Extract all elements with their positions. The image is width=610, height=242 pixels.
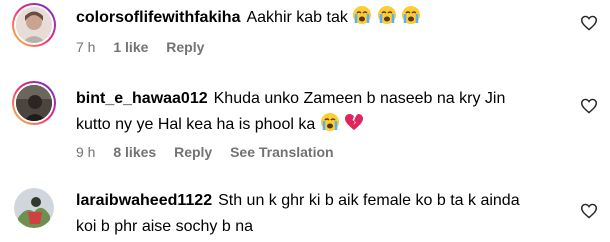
timestamp: 7 h (76, 39, 96, 55)
see-translation-button[interactable]: See Translation (230, 144, 333, 160)
comment-1: colorsoflifewithfakiha Aakhir kab tak 7 h… (0, 0, 610, 70)
username[interactable]: colorsoflifewithfakiha (76, 9, 240, 26)
emoji-group (320, 113, 364, 133)
comment-body-continued: koi b phr aise sochy b na (76, 218, 253, 235)
comment-text-line-2: kutto ny ye Hal kea ha is phool ka (76, 112, 570, 138)
comment-text: colorsoflifewithfakiha Aakhir kab tak (76, 5, 570, 31)
comment-body: Khuda unko Zameen b naseeb na kry Jin (213, 90, 506, 107)
comment-text-line-1: laraibwaheed1122 Sth un k ghr ki b aik fe… (76, 188, 570, 214)
comment-text-line-2: koi b phr aise sochy b na (76, 214, 570, 240)
crying-face-icon (320, 113, 339, 131)
like-heart-icon[interactable] (580, 15, 598, 31)
avatar[interactable] (12, 3, 56, 47)
crying-face-icon (377, 6, 396, 24)
like-heart-icon[interactable] (580, 203, 598, 219)
comment-body: Aakhir kab tak (246, 9, 348, 26)
comment-2: bint_e_hawaa012 Khuda unko Zameen b nasee… (0, 78, 610, 173)
crying-face-icon (402, 6, 421, 24)
reply-button[interactable]: Reply (174, 144, 212, 160)
avatar-image (16, 7, 52, 43)
like-heart-icon[interactable] (580, 98, 598, 114)
emoji-group (352, 6, 421, 26)
comment-3: laraibwaheed1122 Sth un k ghr ki b aik fe… (0, 182, 610, 242)
likes-count[interactable]: 1 like (113, 39, 148, 55)
crying-face-icon (353, 6, 372, 24)
avatar-image (14, 188, 54, 228)
comment-meta: 9 h 8 likes Reply See Translation (76, 144, 348, 160)
timestamp: 9 h (76, 144, 96, 160)
comment-text-line-1: bint_e_hawaa012 Khuda unko Zameen b nasee… (76, 86, 570, 112)
username[interactable]: bint_e_hawaa012 (76, 90, 208, 107)
broken-heart-icon (345, 114, 364, 130)
username[interactable]: laraibwaheed1122 (76, 192, 212, 209)
avatar-image (16, 85, 52, 121)
reply-button[interactable]: Reply (166, 39, 204, 55)
comment-body: Sth un k ghr ki b aik female ko b ta k a… (218, 192, 520, 209)
comment-body-continued: kutto ny ye Hal kea ha is phool ka (76, 116, 316, 133)
avatar[interactable] (12, 81, 56, 125)
likes-count[interactable]: 8 likes (113, 144, 156, 160)
comment-meta: 7 h 1 like Reply (76, 39, 218, 55)
avatar[interactable] (14, 188, 54, 228)
